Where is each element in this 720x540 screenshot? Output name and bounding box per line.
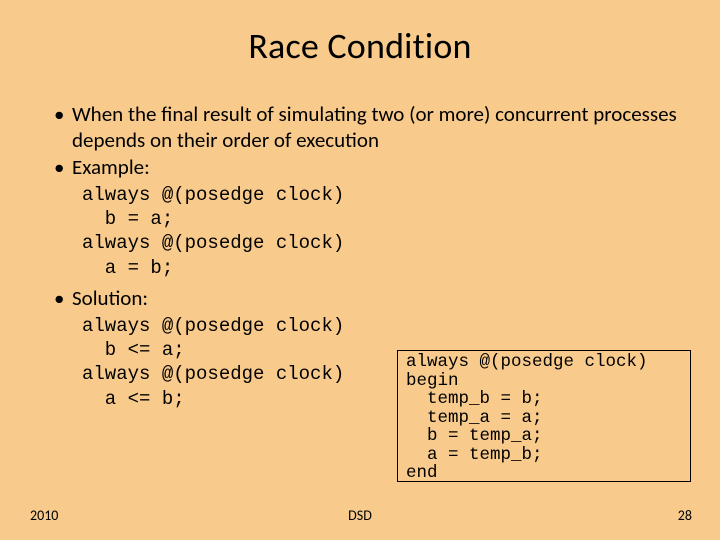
page-title: Race Condition [38,24,682,68]
code-example: always @(posedge clock) b = a; always @(… [82,183,682,280]
bullet-list: When the final result of simulating two … [38,102,682,181]
bullet-definition: When the final result of simulating two … [54,102,682,153]
footer-label: DSD [0,507,720,524]
bullet-example: Example: [54,155,682,181]
bullet-solution: Solution: [54,286,682,312]
code-box-alternative: always @(posedge clock) begin temp_b = b… [397,350,691,482]
slide: Race Condition When the final result of … [0,0,720,540]
footer-page-number: 28 [678,507,692,524]
bullet-list-2: Solution: [38,286,682,312]
